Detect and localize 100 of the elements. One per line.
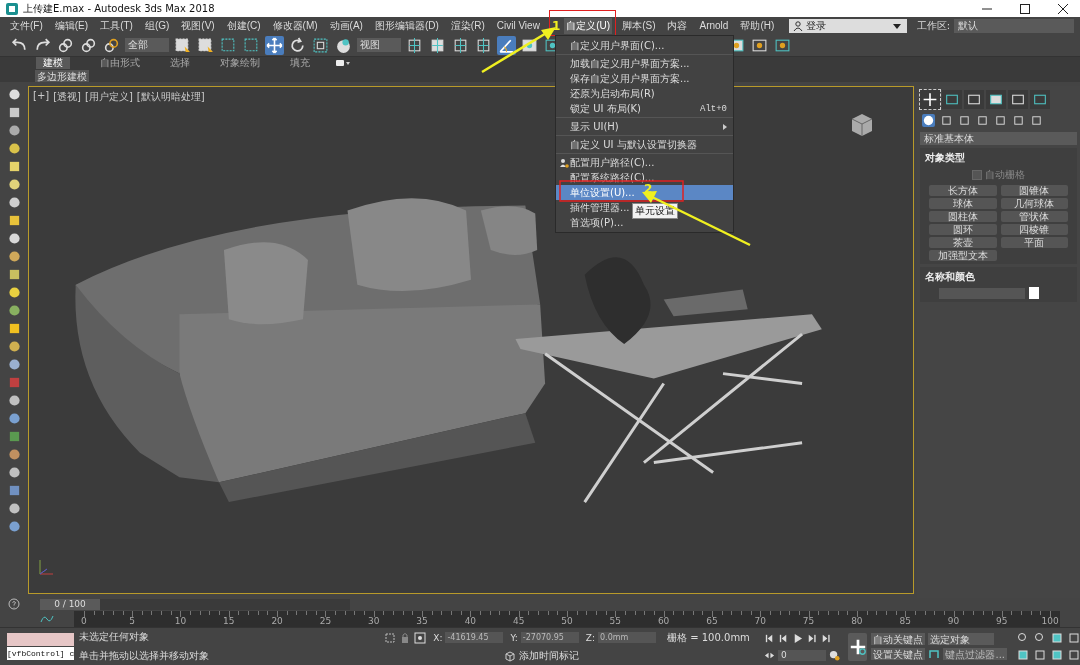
object-type-button[interactable]: 平面 — [1000, 237, 1068, 248]
current-frame-field[interactable]: 0 — [777, 649, 826, 661]
auto-key-button[interactable]: 自动关键点 — [871, 633, 926, 645]
zoom-all-icon[interactable] — [1034, 632, 1046, 644]
plus-icon[interactable] — [920, 90, 940, 109]
color-swatch[interactable] — [1029, 287, 1039, 299]
workspace-dropdown[interactable]: 默认 — [954, 18, 1074, 33]
menu-item[interactable]: 锁定 UI 布局(K) — [570, 101, 641, 116]
menu-item[interactable]: 配置用户路径(C)... — [570, 155, 655, 170]
close-icon[interactable] — [1058, 3, 1068, 14]
time-configuration-icon[interactable] — [828, 649, 840, 661]
move-icon[interactable] — [265, 35, 284, 55]
maxscript-listener-field[interactable] — [7, 633, 75, 646]
frame-number: 55 — [609, 615, 622, 626]
menu-item[interactable]: 自定义用户界面(C)... — [570, 38, 665, 53]
viewport-label[interactable]: [透视] — [53, 90, 81, 104]
frame-number: 20 — [271, 615, 283, 626]
status-message: 未选定任何对象 — [79, 630, 151, 644]
menu-item[interactable]: Civil View — [494, 19, 542, 32]
ribbon-tab[interactable]: 对象绘制 — [210, 57, 270, 69]
menu-item[interactable]: 帮助(H) — [738, 17, 777, 34]
previous-frame-icon[interactable] — [777, 632, 789, 644]
viewport-label[interactable]: [+] — [33, 90, 50, 104]
key-set-dropdown[interactable]: 选定对象 — [928, 633, 995, 645]
menu-item[interactable]: 配置系统路径(C)... — [570, 170, 655, 185]
login-dropdown[interactable]: 登录 — [788, 18, 907, 33]
primitive-type-dropdown[interactable]: 标准基本体 — [920, 132, 1077, 145]
track-bar[interactable]: 0 5 10 15 20 25 30 35 40 45 50 55 60 65 70 75 80 85 90 95 100 — [74, 610, 1060, 627]
coordinate-field[interactable]: -41619.45 — [445, 632, 504, 643]
menu-item[interactable]: 修改器(M) — [270, 17, 320, 34]
absolute-mode-icon[interactable] — [414, 631, 427, 644]
help-icon[interactable] — [8, 598, 20, 610]
rollout-title[interactable]: 对象类型 — [925, 151, 1072, 165]
maxscript-input-field[interactable]: [vfbControl] c — [7, 647, 75, 660]
key-mode-icon[interactable] — [928, 648, 941, 660]
menu-item[interactable]: 创建(C) — [224, 17, 263, 34]
scale-icon[interactable] — [311, 35, 330, 55]
rotate-icon[interactable] — [288, 35, 307, 55]
ribbon-tab[interactable]: 自由形式 — [90, 57, 150, 69]
menu-item[interactable]: 插件管理器... — [570, 200, 630, 215]
time-slider-thumb[interactable]: 0 / 100 — [40, 598, 100, 610]
object-type-button[interactable]: 几何球体 — [1000, 198, 1068, 209]
coordinate-field[interactable]: 0.0mm — [598, 632, 656, 643]
menu-item[interactable]: 图形编辑器(D) — [372, 17, 441, 34]
menu-item[interactable]: 工具(T) — [98, 17, 135, 34]
menu-item[interactable]: Arnold — [697, 19, 731, 32]
viewport-label[interactable]: [默认明暗处理] — [136, 90, 205, 104]
menu-item[interactable]: 内容 — [665, 17, 690, 34]
object-type-button[interactable]: 加强型文本 — [929, 250, 997, 261]
menu-item[interactable]: 还原为启动布局(R) — [570, 86, 655, 101]
menu-item[interactable]: 渲染(R) — [448, 17, 487, 34]
menu-item[interactable]: 自定义(U) — [564, 17, 613, 34]
frame-number: 85 — [899, 615, 911, 626]
menu-item[interactable]: 显示 UI(H) — [570, 119, 619, 134]
object-type-button[interactable]: 圆柱体 — [929, 211, 997, 222]
ribbon-tab[interactable]: 填充 — [270, 57, 330, 69]
object-type-button[interactable]: 茶壶 — [929, 237, 997, 248]
curve-editor-icon[interactable] — [40, 613, 54, 624]
circle-icon[interactable] — [7, 178, 21, 191]
key-filters-button[interactable]: 键点过滤器... — [943, 648, 1007, 660]
frame-number: 90 — [947, 615, 960, 626]
select-object-icon[interactable] — [173, 35, 192, 55]
maximize-icon[interactable] — [1020, 3, 1030, 14]
object-type-button[interactable]: 球体 — [929, 198, 997, 209]
set-key-button[interactable] — [847, 632, 868, 661]
coordinate-field[interactable]: -27070.95 — [520, 632, 579, 643]
ribbon-tab[interactable]: 建模 — [36, 57, 70, 69]
angle-snap-icon[interactable] — [497, 35, 516, 55]
object-type-button[interactable]: 圆环 — [929, 224, 997, 235]
menu-item[interactable]: 编辑(E) — [52, 17, 91, 34]
time-slider-track[interactable]: 0 / 100 — [40, 598, 350, 610]
add-time-tag-text[interactable]: 添加时间标记 — [519, 648, 580, 663]
reference-coordinate-dropdown[interactable]: 视图 — [357, 38, 401, 52]
user-folder-icon — [559, 157, 569, 168]
menu-item[interactable]: 文件(F) — [8, 17, 45, 34]
object-type-button[interactable]: 长方体 — [929, 185, 997, 196]
menu-item[interactable]: 视图(V) — [179, 17, 217, 34]
ribbon-options-icon[interactable] — [336, 60, 350, 66]
object-type-button[interactable]: 圆锥体 — [1000, 185, 1068, 196]
object-type-button[interactable]: 管状体 — [1000, 211, 1068, 222]
selection-filter-dropdown[interactable]: 全部 — [125, 38, 169, 52]
menu-item[interactable]: 保存自定义用户界面方案... — [570, 71, 690, 86]
menu-item[interactable]: 脚本(S) — [620, 17, 658, 34]
ribbon-panel-tab[interactable]: 多边形建模 — [35, 69, 89, 82]
autogrid-checkbox[interactable] — [972, 170, 982, 180]
menu-item[interactable]: 动画(A) — [327, 17, 365, 34]
object-type-button[interactable]: 四棱锥 — [1000, 224, 1068, 235]
axis-label: Y: — [510, 632, 518, 643]
viewport-label[interactable]: [用户定义] — [85, 90, 133, 104]
set-key-text-button[interactable]: 设置关键点 — [871, 648, 926, 660]
isolate-icon[interactable] — [384, 631, 397, 644]
zoom-icon[interactable] — [1017, 632, 1029, 644]
menu-item[interactable]: 加载自定义用户界面方案... — [570, 56, 690, 71]
ribbon-tab[interactable]: 选择 — [150, 57, 210, 69]
menu-item[interactable]: 自定义 UI 与默认设置切换器 — [570, 137, 697, 152]
menu-item[interactable]: 组(G) — [142, 17, 172, 34]
go-to-start-icon[interactable] — [763, 632, 775, 644]
select-by-name-icon[interactable] — [196, 35, 215, 55]
window-title: 上传建E.max - Autodesk 3ds Max 2018 — [23, 1, 215, 16]
menu-item[interactable]: 首选项(P)... — [570, 215, 624, 230]
